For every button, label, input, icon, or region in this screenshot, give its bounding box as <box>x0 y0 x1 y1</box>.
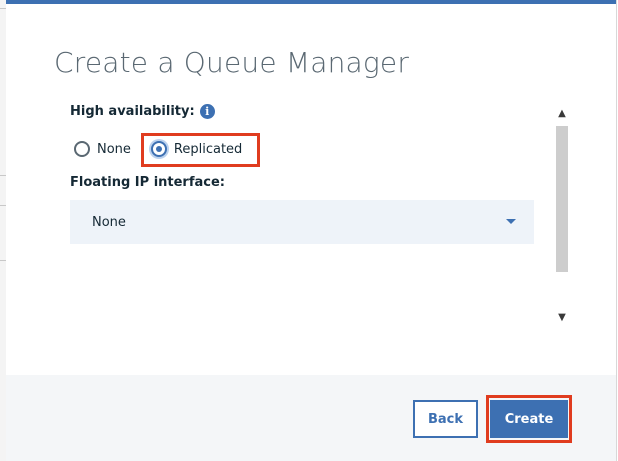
page: Create a Queue Manager High availability… <box>0 0 618 461</box>
form-scrollbar[interactable]: ▲ ▼ <box>555 106 569 328</box>
dialog-form: High availability: i None Replicated Flo… <box>70 104 540 324</box>
dialog-footer: Back Create <box>6 375 616 461</box>
high-availability-label: High availability: i <box>70 104 215 119</box>
floating-ip-selected-value: None <box>92 214 126 230</box>
dialog-title: Create a Queue Manager <box>54 46 410 79</box>
floating-ip-label: Floating IP interface: <box>70 175 225 190</box>
high-availability-label-text: High availability: <box>70 104 195 119</box>
chevron-down-icon <box>506 219 516 224</box>
create-queue-manager-dialog: Create a Queue Manager High availability… <box>6 0 617 461</box>
radio-none-icon[interactable] <box>74 141 90 157</box>
radio-none-label: None <box>97 141 131 157</box>
info-icon[interactable]: i <box>199 104 215 119</box>
back-button[interactable]: Back <box>413 400 478 438</box>
scroll-up-icon[interactable]: ▲ <box>555 106 569 122</box>
floating-ip-select[interactable]: None <box>70 200 534 244</box>
create-highlight-box <box>486 395 572 443</box>
scrollbar-thumb[interactable] <box>556 126 568 272</box>
replicated-highlight-box <box>141 133 260 167</box>
radio-option-none[interactable]: None <box>74 141 131 157</box>
dialog-accent-bar <box>6 0 616 4</box>
scroll-down-icon[interactable]: ▼ <box>555 310 569 326</box>
